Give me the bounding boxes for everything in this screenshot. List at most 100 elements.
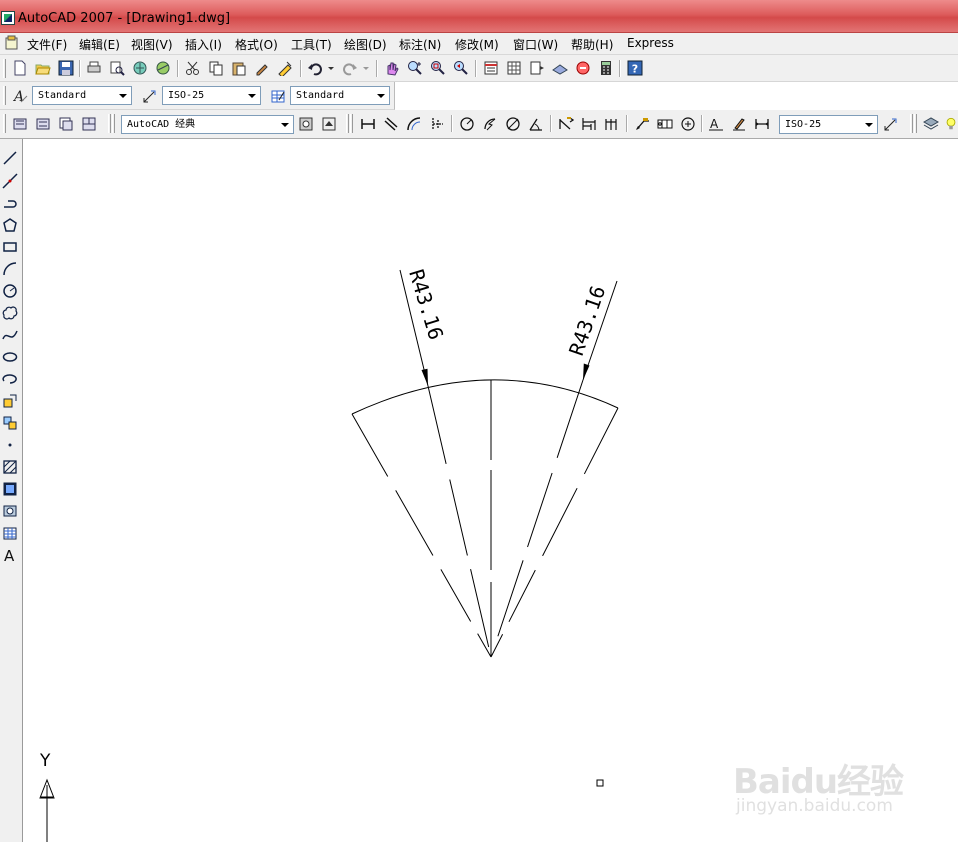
toolbar-grip[interactable] <box>346 114 349 133</box>
save-icon[interactable] <box>56 58 76 78</box>
design-center-icon[interactable] <box>504 58 524 78</box>
diameter-dimension-icon[interactable] <box>503 114 523 134</box>
menu-tools[interactable]: 工具(T) <box>291 36 332 53</box>
table-style-dropdown[interactable]: Standard <box>290 86 390 105</box>
chevron-down-icon[interactable] <box>245 88 259 103</box>
help-icon[interactable]: ? <box>625 58 645 78</box>
dimension-style-control[interactable]: ISO-25 <box>779 115 878 134</box>
tool-palettes-icon[interactable] <box>527 58 547 78</box>
zoom-realtime-icon[interactable] <box>405 58 425 78</box>
text-style-icon[interactable]: A <box>10 86 30 106</box>
drawing-area[interactable]: R43.16 R43.16 Y <box>24 139 958 842</box>
redo-icon[interactable] <box>340 58 360 78</box>
make-block-icon[interactable] <box>1 414 19 432</box>
line-icon[interactable] <box>1 149 19 167</box>
chevron-down-icon[interactable] <box>374 88 388 103</box>
viewports-icon[interactable] <box>79 114 99 134</box>
3d-dwf-icon[interactable] <box>153 58 173 78</box>
dimension-style-manager-icon[interactable] <box>881 114 901 134</box>
calculator-icon[interactable] <box>596 58 616 78</box>
radius-dimension-icon[interactable] <box>457 114 477 134</box>
workspace-dropdown[interactable]: AutoCAD 经典 <box>121 115 294 134</box>
properties-icon[interactable] <box>481 58 501 78</box>
match-properties-icon[interactable] <box>252 58 272 78</box>
menu-dimension[interactable]: 标注(N) <box>399 36 441 53</box>
plot-preview-icon[interactable] <box>107 58 127 78</box>
aligned-dimension-icon[interactable] <box>381 114 401 134</box>
toolbar-grip[interactable] <box>910 114 913 133</box>
pan-icon[interactable] <box>382 58 402 78</box>
undo-dropdown-icon[interactable] <box>325 58 337 78</box>
viewport-icon[interactable] <box>56 114 76 134</box>
undo-icon[interactable] <box>305 58 325 78</box>
quick-leader-icon[interactable] <box>632 114 652 134</box>
layer-state-lightbulb-icon[interactable] <box>944 114 958 134</box>
redo-dropdown-icon[interactable] <box>360 58 372 78</box>
plot-icon[interactable] <box>84 58 104 78</box>
tolerance-icon[interactable] <box>655 114 675 134</box>
polyline-icon[interactable] <box>1 194 19 212</box>
ellipse-arc-icon[interactable] <box>1 370 19 388</box>
hatch-icon[interactable] <box>1 458 19 476</box>
autocad-app-icon[interactable] <box>1 11 15 25</box>
chevron-down-icon[interactable] <box>862 117 876 132</box>
angular-dimension-icon[interactable] <box>526 114 546 134</box>
toolbar-grip[interactable] <box>350 114 353 133</box>
table-style-icon[interactable] <box>268 86 288 106</box>
cut-icon[interactable] <box>183 58 203 78</box>
chevron-down-icon[interactable] <box>116 88 130 103</box>
menu-view[interactable]: 视图(V) <box>131 36 173 53</box>
toolbar-grip[interactable] <box>3 114 6 133</box>
dimension-text-edit-icon[interactable] <box>729 114 749 134</box>
open-icon[interactable] <box>33 58 53 78</box>
paste-icon[interactable] <box>229 58 249 78</box>
multiline-text-icon[interactable]: A <box>1 546 19 564</box>
my-workspace-icon[interactable] <box>319 114 339 134</box>
workspace-settings-icon[interactable] <box>296 114 316 134</box>
markup-icon[interactable] <box>573 58 593 78</box>
point-icon[interactable] <box>1 436 19 454</box>
menu-help[interactable]: 帮助(H) <box>571 36 613 53</box>
gradient-icon[interactable] <box>1 480 19 498</box>
new-icon[interactable] <box>10 58 30 78</box>
menu-file[interactable]: 文件(F) <box>27 36 67 53</box>
dimension-style-dropdown[interactable]: ISO-25 <box>162 86 261 105</box>
baseline-dimension-icon[interactable] <box>579 114 599 134</box>
document-menu-icon[interactable] <box>4 35 20 51</box>
construction-line-icon[interactable] <box>1 172 19 190</box>
polygon-icon[interactable] <box>1 216 19 234</box>
menu-modify[interactable]: 修改(M) <box>455 36 499 53</box>
layout-2-icon[interactable] <box>33 114 53 134</box>
linear-dimension-icon[interactable] <box>358 114 378 134</box>
toolbar-grip[interactable] <box>3 86 6 105</box>
menu-edit[interactable]: 编辑(E) <box>79 36 120 53</box>
center-mark-icon[interactable] <box>678 114 698 134</box>
toolbar-grip[interactable] <box>108 114 111 133</box>
ordinate-dimension-icon[interactable] <box>427 114 447 134</box>
text-style-dropdown[interactable]: Standard <box>32 86 132 105</box>
insert-block-icon[interactable] <box>1 392 19 410</box>
toolbar-grip[interactable] <box>3 59 6 78</box>
circle-icon[interactable] <box>1 282 19 300</box>
block-editor-icon[interactable] <box>275 58 295 78</box>
revision-cloud-icon[interactable] <box>1 304 19 322</box>
menu-format[interactable]: 格式(O) <box>235 36 278 53</box>
layer-manager-icon[interactable] <box>921 114 941 134</box>
spline-icon[interactable] <box>1 326 19 344</box>
zoom-window-icon[interactable] <box>428 58 448 78</box>
table-icon[interactable] <box>1 524 19 542</box>
jogged-dimension-icon[interactable] <box>480 114 500 134</box>
chevron-down-icon[interactable] <box>278 117 292 132</box>
ellipse-icon[interactable] <box>1 348 19 366</box>
layout-icon[interactable] <box>10 114 30 134</box>
continue-dimension-icon[interactable] <box>602 114 622 134</box>
menu-express[interactable]: Express <box>627 36 674 50</box>
rectangle-icon[interactable] <box>1 238 19 256</box>
menu-window[interactable]: 窗口(W) <box>513 36 558 53</box>
menu-draw[interactable]: 绘图(D) <box>344 36 387 53</box>
dimension-update-icon[interactable] <box>752 114 772 134</box>
sheet-set-icon[interactable] <box>550 58 570 78</box>
toolbar-grip[interactable] <box>914 114 917 133</box>
arc-icon[interactable] <box>1 260 19 278</box>
copy-icon[interactable] <box>206 58 226 78</box>
